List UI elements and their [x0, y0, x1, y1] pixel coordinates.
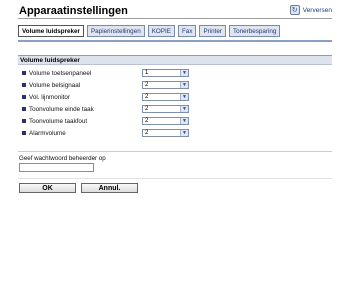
bullet-icon [22, 71, 26, 75]
setting-row-alarmvolume: Alarmvolume 2 ▼ [22, 128, 332, 138]
vol-lijnmonitor-select[interactable]: 2 ▼ [142, 93, 189, 101]
chevron-down-icon: ▼ [180, 94, 188, 100]
select-value: 2 [145, 106, 149, 112]
select-value: 2 [145, 94, 149, 100]
select-value: 2 [145, 118, 149, 124]
admin-divider [18, 151, 332, 152]
chevron-down-icon: ▼ [180, 118, 188, 124]
refresh-label: Verversen [302, 6, 332, 14]
bullet-icon [22, 107, 26, 111]
setting-row-toonvolume-taakfout: Toonvolume taakfout 2 ▼ [22, 116, 332, 126]
bullet-icon [22, 83, 26, 87]
toonvolume-einde-taak-select[interactable]: 2 ▼ [142, 105, 189, 113]
volume-toetsenpaneel-select[interactable]: 1 ▼ [142, 69, 189, 77]
button-divider [18, 178, 332, 179]
setting-label: Volume toetsenpaneel [29, 69, 92, 77]
admin-password-label: Geef wachtwoord beheerder op [19, 155, 106, 162]
alarmvolume-select[interactable]: 2 ▼ [142, 129, 189, 137]
select-value: 1 [145, 70, 149, 76]
toonvolume-taakfout-select[interactable]: 2 ▼ [142, 117, 189, 125]
tab-kopie[interactable]: KOPIE [147, 25, 175, 37]
tab-papierinstellingen[interactable]: Papierinstellingen [86, 25, 145, 37]
refresh-icon: ↻ [289, 5, 300, 15]
setting-row-vol-lijnmonitor: Vol. lijnmonitor 2 ▼ [22, 92, 332, 102]
tab-volume-luidspreker[interactable]: Volume luidspreker [18, 25, 84, 37]
bullet-icon [22, 131, 26, 135]
admin-password-input[interactable] [19, 163, 94, 172]
setting-label: Volume belsignaal [29, 81, 81, 89]
setting-label: Toonvolume taakfout [29, 117, 88, 125]
chevron-down-icon: ▼ [180, 106, 188, 112]
select-value: 2 [145, 82, 149, 88]
setting-label: Toonvolume einde taak [29, 105, 94, 113]
tab-printer[interactable]: Printer [199, 25, 226, 37]
tab-divider [18, 40, 332, 42]
volume-belsignaal-select[interactable]: 2 ▼ [142, 81, 189, 89]
title-divider [18, 18, 332, 19]
section-title: Volume luidspreker [18, 56, 332, 65]
chevron-down-icon: ▼ [180, 70, 188, 76]
volume-settings-section: Volume luidspreker Volume toetsenpaneel … [18, 55, 332, 143]
chevron-down-icon: ▼ [180, 82, 188, 88]
setting-row-volume-toetsenpaneel: Volume toetsenpaneel 1 ▼ [22, 68, 332, 78]
setting-label: Alarmvolume [29, 129, 66, 137]
tab-fax[interactable]: Fax [177, 25, 197, 37]
tab-tonerbesparing[interactable]: Tonerbesparing [229, 25, 281, 37]
cancel-button[interactable]: Annul. [81, 183, 138, 193]
bullet-icon [22, 119, 26, 123]
page-title: Apparaatinstellingen [19, 5, 128, 17]
setting-label: Vol. lijnmonitor [29, 93, 70, 101]
select-value: 2 [145, 130, 149, 136]
setting-row-volume-belsignaal: Volume belsignaal 2 ▼ [22, 80, 332, 90]
bullet-icon [22, 95, 26, 99]
refresh-button[interactable]: ↻ Verversen [289, 5, 332, 15]
setting-row-toonvolume-einde-taak: Toonvolume einde taak 2 ▼ [22, 104, 332, 114]
chevron-down-icon: ▼ [180, 130, 188, 136]
tab-bar: Volume luidspreker Papierinstellingen KO… [18, 25, 281, 37]
ok-button[interactable]: OK [19, 183, 76, 193]
